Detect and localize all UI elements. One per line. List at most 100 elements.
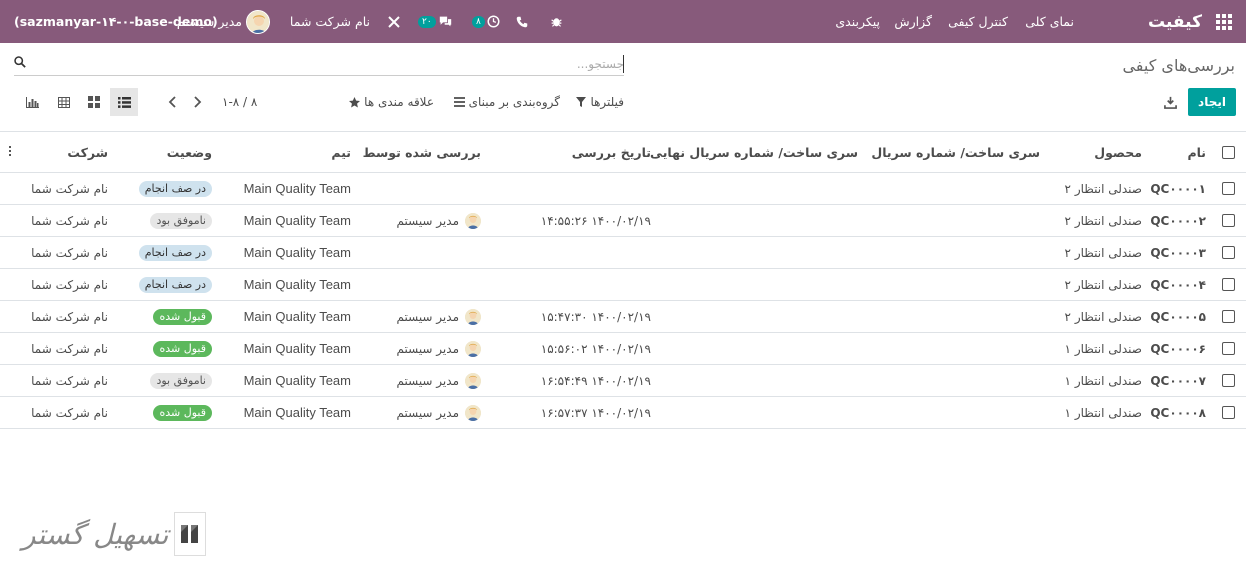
list-view-button[interactable] bbox=[110, 88, 138, 116]
row-checkbox[interactable] bbox=[1222, 205, 1235, 236]
table-row[interactable]: QC۰۰۰۰۴ صندلی انتظار ۲ Main Quality Team در… bbox=[0, 269, 1246, 301]
menu-configuration[interactable]: پیکربندی bbox=[835, 0, 880, 43]
cell-product: صندلی انتظار ۲ bbox=[1064, 181, 1142, 196]
table-row[interactable]: QC۰۰۰۰۳ صندلی انتظار ۲ Main Quality Team در… bbox=[0, 237, 1246, 269]
cell-name[interactable]: QC۰۰۰۰۴ bbox=[1150, 269, 1206, 300]
cell-state: در صف انجام bbox=[138, 269, 212, 300]
groupby-toggle[interactable]: گروه‌بندی بر مبنای bbox=[453, 88, 560, 116]
row-checkbox[interactable] bbox=[1222, 237, 1235, 268]
header-company[interactable]: شرکت bbox=[67, 132, 108, 172]
chevron-left-icon bbox=[168, 96, 176, 108]
cell-name[interactable]: QC۰۰۰۰۵ bbox=[1150, 301, 1206, 332]
cell-name[interactable]: QC۰۰۰۰۲ bbox=[1150, 205, 1206, 236]
user-avatar[interactable] bbox=[246, 0, 270, 43]
cell-company: نام شرکت شما bbox=[31, 341, 108, 356]
status-badge: در صف انجام bbox=[138, 244, 212, 261]
bars-icon bbox=[453, 97, 465, 107]
header-lot[interactable]: سری ساخت/ شماره سریال bbox=[871, 132, 1040, 172]
star-icon bbox=[349, 96, 361, 108]
pager-previous[interactable] bbox=[164, 92, 180, 112]
text-caret bbox=[623, 55, 624, 73]
cell-name[interactable]: QC۰۰۰۰۷ bbox=[1150, 365, 1206, 396]
status-badge: در صف انجام bbox=[138, 180, 212, 197]
header-team[interactable]: تیم bbox=[331, 132, 351, 172]
filters-toggle[interactable]: فیلترها bbox=[576, 88, 624, 116]
table-row[interactable]: QC۰۰۰۰۸ صندلی انتظار ۱ ۱۴۰۰/۰۲/۱۹ ۱۶:۵۷:۳۷… bbox=[0, 397, 1246, 429]
status-badge: در صف انجام bbox=[138, 276, 212, 293]
cell-state: قبول شده bbox=[153, 301, 212, 332]
row-checkbox[interactable] bbox=[1222, 301, 1235, 332]
cell-product: صندلی انتظار ۲ bbox=[1064, 309, 1142, 324]
search-bar[interactable] bbox=[14, 52, 624, 76]
cell-company: نام شرکت شما bbox=[31, 245, 108, 260]
cell-product: صندلی انتظار ۲ bbox=[1064, 277, 1142, 292]
header-date[interactable]: تاریخ بررسی bbox=[572, 132, 651, 172]
header-name[interactable]: نام bbox=[1187, 132, 1206, 172]
select-all-checkbox[interactable] bbox=[1222, 132, 1235, 172]
cell-date: ۱۴۰۰/۰۲/۱۹ ۱۶:۵۷:۳۷ bbox=[540, 405, 651, 420]
pivot-view-button[interactable] bbox=[50, 88, 78, 116]
cell-name[interactable]: QC۰۰۰۰۸ bbox=[1150, 397, 1206, 428]
header-checked-by[interactable]: بررسی شده توسط bbox=[363, 132, 481, 172]
filters-label: فیلترها bbox=[590, 95, 624, 109]
header-product[interactable]: محصول bbox=[1094, 132, 1142, 172]
header-state[interactable]: وضعیت bbox=[167, 132, 212, 172]
header-lot-final[interactable]: سری ساخت/ شماره سریال نهایی bbox=[650, 132, 858, 172]
cell-team: Main Quality Team bbox=[243, 373, 351, 388]
row-checkbox[interactable] bbox=[1222, 173, 1235, 204]
quality-checks-table: نام محصول سری ساخت/ شماره سریال سری ساخت… bbox=[0, 131, 1246, 429]
company-switch-icon[interactable] bbox=[388, 0, 400, 43]
cell-product: صندلی انتظار ۱ bbox=[1064, 373, 1142, 388]
table-header: نام محصول سری ساخت/ شماره سریال سری ساخت… bbox=[0, 131, 1246, 173]
user-avatar-icon bbox=[465, 372, 481, 389]
groupby-label: گروه‌بندی بر مبنای bbox=[468, 95, 560, 109]
voip-button[interactable] bbox=[516, 0, 528, 43]
cell-name[interactable]: QC۰۰۰۰۶ bbox=[1150, 333, 1206, 364]
cell-name[interactable]: QC۰۰۰۰۳ bbox=[1150, 237, 1206, 268]
phone-icon bbox=[516, 16, 528, 27]
user-avatar-icon bbox=[465, 212, 481, 229]
user-avatar-icon bbox=[465, 308, 481, 325]
pager-value[interactable]: ۱-۸ / ۸ bbox=[222, 95, 257, 109]
watermark: تسهیل گستر bbox=[22, 512, 207, 556]
debug-button[interactable] bbox=[550, 0, 563, 43]
row-checkbox[interactable] bbox=[1222, 333, 1235, 364]
table-row[interactable]: QC۰۰۰۰۶ صندلی انتظار ۱ ۱۴۰۰/۰۲/۱۹ ۱۵:۵۶:۰۲… bbox=[0, 333, 1246, 365]
bug-icon bbox=[551, 18, 562, 27]
cell-checked-by: مدیر سیستم bbox=[397, 365, 481, 396]
cell-checked-by: مدیر سیستم bbox=[397, 333, 481, 364]
cell-state: در صف انجام bbox=[138, 237, 212, 268]
checked-by-name: مدیر سیستم bbox=[396, 405, 460, 420]
graph-view-button[interactable] bbox=[18, 88, 46, 116]
search-input[interactable] bbox=[34, 54, 624, 74]
cell-name[interactable]: QC۰۰۰۰۱ bbox=[1150, 173, 1206, 204]
status-badge: قبول شده bbox=[153, 404, 212, 421]
table-row[interactable]: QC۰۰۰۰۵ صندلی انتظار ۲ ۱۴۰۰/۰۲/۱۹ ۱۵:۴۷:۳۰… bbox=[0, 301, 1246, 333]
app-brand[interactable]: کیفیت bbox=[1148, 0, 1202, 43]
search-icon[interactable] bbox=[14, 56, 26, 68]
table-row[interactable]: QC۰۰۰۰۷ صندلی انتظار ۱ ۱۴۰۰/۰۲/۱۹ ۱۶:۵۴:۴۹… bbox=[0, 365, 1246, 397]
row-checkbox[interactable] bbox=[1222, 397, 1235, 428]
menu-reporting[interactable]: گزارش bbox=[894, 0, 932, 43]
optional-columns-toggle[interactable] bbox=[8, 146, 11, 158]
create-button[interactable]: ایجاد bbox=[1188, 88, 1236, 116]
menu-quality-control[interactable]: کنترل کیفی bbox=[948, 0, 1008, 43]
discuss-count-badge: ۲۰ bbox=[418, 15, 436, 28]
company-switcher[interactable]: نام شرکت شما bbox=[290, 0, 370, 43]
table-row[interactable]: QC۰۰۰۰۲ صندلی انتظار ۲ ۱۴۰۰/۰۲/۱۹ ۱۴:۵۵:۲۶… bbox=[0, 205, 1246, 237]
export-button[interactable] bbox=[1160, 92, 1180, 112]
kanban-view-button[interactable] bbox=[80, 88, 108, 116]
row-checkbox[interactable] bbox=[1222, 365, 1235, 396]
database-name: (sazmanyar-۱۴-۰-base-demo) bbox=[14, 14, 218, 29]
favorites-toggle[interactable]: علاقه مندی ها bbox=[349, 88, 434, 116]
pager-next[interactable] bbox=[190, 92, 206, 112]
menu-overview[interactable]: نمای کلی bbox=[1025, 0, 1074, 43]
row-checkbox[interactable] bbox=[1222, 269, 1235, 300]
download-icon bbox=[1163, 96, 1177, 109]
table-row[interactable]: QC۰۰۰۰۱ صندلی انتظار ۲ Main Quality Team در… bbox=[0, 173, 1246, 205]
apps-menu-button[interactable] bbox=[1216, 0, 1232, 43]
activity-button[interactable]: ۸ bbox=[470, 0, 500, 43]
cell-company: نام شرکت شما bbox=[31, 181, 108, 196]
clock-icon bbox=[487, 15, 500, 28]
discuss-button[interactable]: ۲۰ bbox=[416, 0, 453, 43]
